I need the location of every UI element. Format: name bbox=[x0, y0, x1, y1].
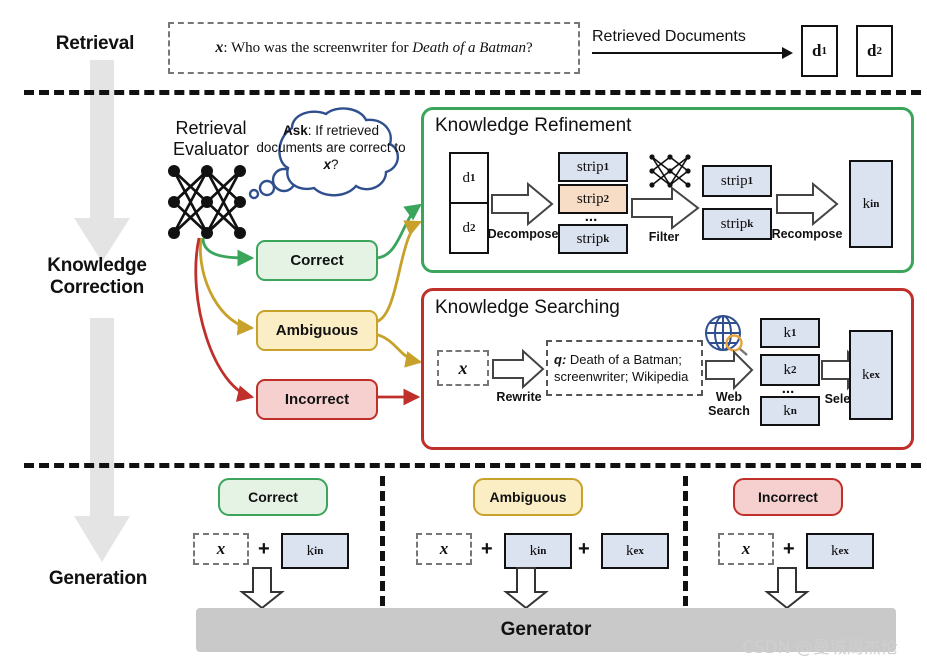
recompose-caption: Recompose bbox=[771, 227, 843, 241]
searching-input-x: x bbox=[437, 350, 489, 386]
generation-knowledge-kex-ambiguous: k ex bbox=[601, 533, 669, 569]
generation-input-x-correct: x bbox=[193, 533, 249, 565]
knowledge-refinement-title: Knowledge Refinement bbox=[435, 115, 632, 136]
k-base: k bbox=[862, 195, 871, 212]
generation-input-variable: x bbox=[741, 539, 751, 558]
doc-sub: 1 bbox=[470, 172, 476, 184]
generation-plus-incorrect-1: + bbox=[783, 538, 795, 560]
decompose-caption: Decompose bbox=[487, 227, 559, 241]
strip-sub: 2 bbox=[603, 193, 610, 205]
k-sub: ex bbox=[869, 369, 880, 381]
generation-input-variable: x bbox=[439, 539, 449, 558]
generation-down-arrow-ambiguous bbox=[503, 567, 549, 610]
generation-knowledge-kin-correct: k in bbox=[281, 533, 349, 569]
query-q-label: q: bbox=[554, 352, 567, 367]
generation-pill-incorrect[interactable]: Incorrect bbox=[733, 478, 843, 516]
k-base: k bbox=[831, 542, 839, 559]
generation-plus-correct-1: + bbox=[258, 538, 270, 560]
k-sub: in bbox=[537, 545, 547, 557]
k-sub: ex bbox=[633, 545, 644, 557]
decompose-arrow-icon bbox=[491, 181, 554, 227]
filter-arrow-icon bbox=[631, 185, 700, 231]
generation-knowledge-kex-incorrect: k ex bbox=[806, 533, 874, 569]
refinement-strip-1: strip 1 bbox=[558, 152, 628, 182]
strip-base: strip bbox=[576, 190, 604, 207]
web-search-caption: Web Search bbox=[696, 390, 762, 418]
k-base: k bbox=[783, 324, 792, 341]
k-sub: 2 bbox=[791, 364, 797, 376]
strip-sub: k bbox=[747, 218, 754, 230]
filter-caption: Filter bbox=[648, 230, 680, 244]
refinement-input-d2: d2 bbox=[449, 202, 489, 254]
recompose-arrow-icon bbox=[776, 181, 839, 227]
web-search-caption-line1: Web bbox=[715, 390, 743, 404]
filter-network-icon bbox=[649, 154, 691, 188]
generation-input-variable: x bbox=[216, 539, 226, 558]
strip-sub: k bbox=[603, 233, 610, 245]
doc-sub: 2 bbox=[470, 222, 476, 234]
k-base: k bbox=[306, 542, 315, 559]
generation-down-arrow-incorrect bbox=[764, 567, 810, 610]
strip-base: strip bbox=[720, 172, 748, 189]
k-sub: in bbox=[314, 545, 324, 557]
web-search-caption-line2: Search bbox=[708, 404, 750, 418]
strip-base: strip bbox=[576, 158, 604, 175]
strip-base: strip bbox=[576, 230, 604, 247]
strip-sub: 1 bbox=[747, 175, 754, 187]
category-pill-correct[interactable]: Correct bbox=[256, 240, 378, 281]
query-line1-text: Death of a Batman; bbox=[566, 352, 682, 367]
refinement-strips-ellipsis: ... bbox=[584, 208, 598, 225]
diagram-canvas: Retrieval Knowledge Correction Generatio… bbox=[0, 0, 927, 660]
k-base: k bbox=[783, 402, 791, 419]
rewrite-caption: Rewrite bbox=[496, 390, 542, 404]
generation-knowledge-kin-ambiguous: k in bbox=[504, 533, 572, 569]
generation-down-arrow-correct bbox=[239, 567, 285, 610]
k-base: k bbox=[783, 361, 792, 378]
generation-plus-ambiguous-2: + bbox=[578, 538, 590, 560]
generation-pill-correct[interactable]: Correct bbox=[218, 478, 328, 516]
k-sub: ex bbox=[838, 545, 849, 557]
generation-column-divider-2 bbox=[683, 476, 688, 606]
refinement-filtered-strip-1: strip 1 bbox=[702, 165, 772, 197]
searching-input-variable: x bbox=[458, 357, 468, 378]
refinement-strip-k: strip k bbox=[558, 224, 628, 254]
k-base: k bbox=[626, 542, 634, 559]
refinement-filtered-strip-k: strip k bbox=[702, 208, 772, 240]
watermark: CSDN @曼城周杰伦 bbox=[742, 638, 898, 658]
knowledge-searching-title: Knowledge Searching bbox=[435, 297, 620, 318]
web-search-arrow-icon bbox=[705, 349, 754, 391]
category-pill-incorrect[interactable]: Incorrect bbox=[256, 379, 378, 420]
rewritten-query-line1: q: Death of a Batman; bbox=[554, 351, 695, 368]
rewrite-arrow-icon bbox=[492, 348, 545, 390]
doc-base: d bbox=[462, 219, 471, 236]
rewritten-query-box: q: Death of a Batman; screenwriter; Wiki… bbox=[546, 340, 703, 396]
generation-input-x-incorrect: x bbox=[718, 533, 774, 565]
k-sub: n bbox=[790, 405, 797, 417]
generation-plus-ambiguous-1: + bbox=[481, 538, 493, 560]
k-sub: in bbox=[870, 198, 880, 210]
k-sub: 1 bbox=[791, 327, 797, 339]
doc-base: d bbox=[462, 169, 471, 186]
generation-pill-ambiguous[interactable]: Ambiguous bbox=[473, 478, 583, 516]
refinement-input-d1: d1 bbox=[449, 152, 489, 204]
search-result-kn: kn bbox=[760, 396, 820, 426]
search-result-k1: k1 bbox=[760, 318, 820, 348]
category-pill-ambiguous[interactable]: Ambiguous bbox=[256, 310, 378, 351]
k-base: k bbox=[529, 542, 538, 559]
strip-sub: 1 bbox=[603, 161, 610, 173]
rewritten-query-line2: screenwriter; Wikipedia bbox=[554, 369, 689, 384]
generation-input-x-ambiguous: x bbox=[416, 533, 472, 565]
strip-base: strip bbox=[720, 215, 748, 232]
k-base: k bbox=[862, 366, 870, 383]
generation-column-divider-1 bbox=[380, 476, 385, 606]
search-results-ellipsis: ... bbox=[781, 380, 795, 397]
searching-output-kex: k ex bbox=[849, 330, 893, 420]
refinement-output-kin: k in bbox=[849, 160, 893, 248]
